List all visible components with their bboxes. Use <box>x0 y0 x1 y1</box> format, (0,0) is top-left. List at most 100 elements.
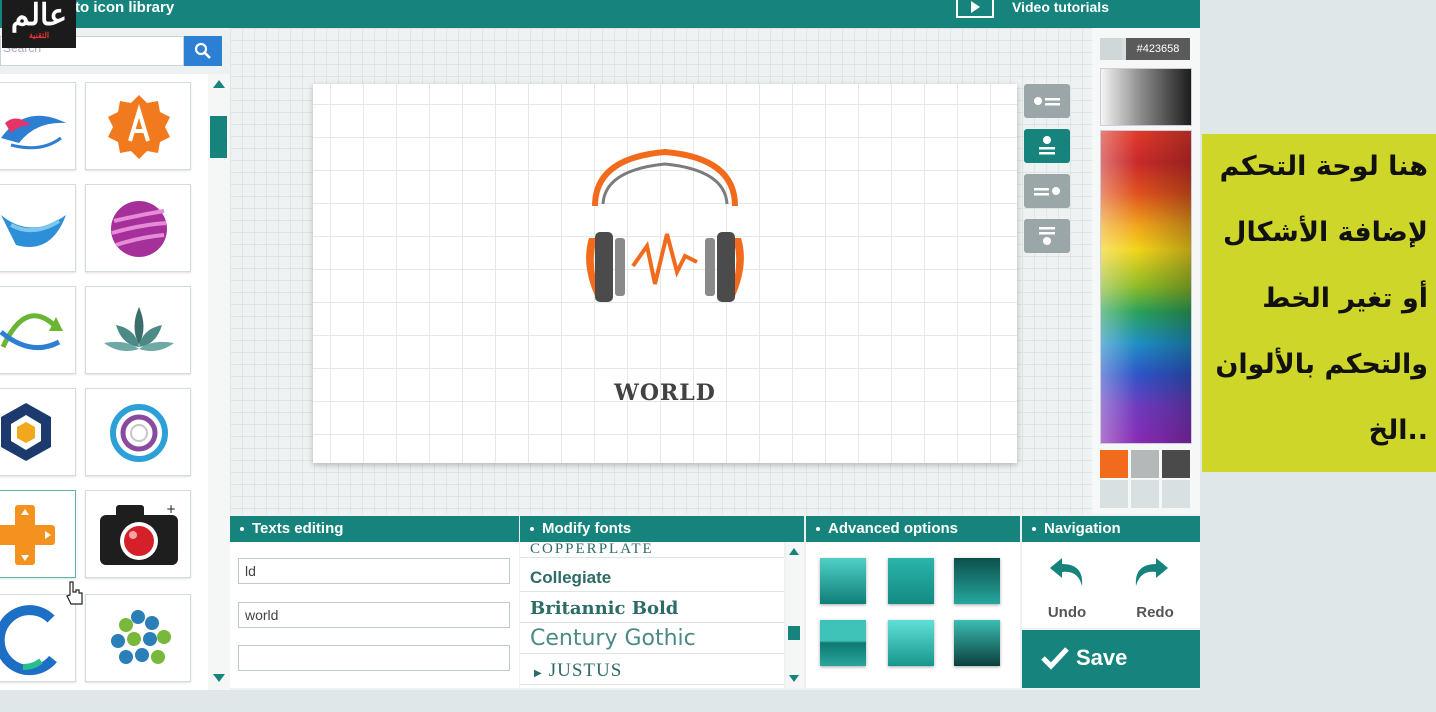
headphones-logo-icon[interactable] <box>575 146 755 306</box>
watermark-subtext: التقنية <box>28 31 50 40</box>
color-panel: #423658 <box>1092 28 1200 514</box>
align-left-button[interactable] <box>1024 84 1070 118</box>
undo-button[interactable]: Undo <box>1022 542 1112 628</box>
search-icon <box>194 42 211 59</box>
save-button[interactable]: Save <box>1022 630 1200 688</box>
design-workspace: WORLD <box>230 28 1092 514</box>
icon-tile[interactable] <box>0 82 76 170</box>
check-icon <box>1041 647 1069 670</box>
logo-text[interactable]: WORLD <box>313 380 1017 406</box>
channel-watermark-logo: عالم التقنية <box>2 0 76 48</box>
annotation-line: والتحكم بالألوان <box>1215 349 1428 380</box>
hand-cursor-icon <box>66 581 83 605</box>
hex-value[interactable]: #423658 <box>1126 38 1190 60</box>
blue-c-icon <box>0 605 57 676</box>
font-item[interactable]: COPPERPLATE <box>520 542 784 558</box>
align-right-icon <box>1034 187 1060 196</box>
font-item[interactable]: Collegiate <box>520 562 784 592</box>
icon-tile[interactable] <box>85 184 191 272</box>
panel-title: Texts editing <box>252 520 344 537</box>
align-bottom-icon <box>1039 227 1055 245</box>
color-swatch[interactable] <box>1131 450 1159 478</box>
color-swatch[interactable] <box>1162 480 1190 508</box>
video-icon[interactable] <box>956 0 994 18</box>
redo-icon <box>1135 558 1168 586</box>
icon-tile[interactable] <box>85 388 191 476</box>
annotation-line: هنا لوحة التحكم <box>1219 151 1428 182</box>
annotation-line: لإضافة الأشكال <box>1223 217 1428 248</box>
purple-sphere-icon <box>111 201 167 257</box>
undo-label: Undo <box>1047 604 1087 621</box>
scroll-up-icon[interactable] <box>789 548 799 555</box>
icon-tile[interactable] <box>0 388 76 476</box>
scroll-thumb[interactable] <box>788 626 800 640</box>
icon-tile[interactable]: + <box>85 490 191 578</box>
texture-swatch[interactable] <box>820 558 866 604</box>
align-bottom-button[interactable] <box>1024 219 1070 253</box>
advanced-options-header: Advanced options <box>806 516 1020 542</box>
texture-swatch[interactable] <box>820 620 866 666</box>
color-swatch[interactable] <box>1100 450 1128 478</box>
orange-badge-icon <box>108 95 170 159</box>
teal-clover-icon <box>111 610 171 664</box>
align-right-button[interactable] <box>1024 174 1070 208</box>
icon-list-scrollbar[interactable] <box>208 74 230 690</box>
font-item[interactable]: ▶ JUSTUS <box>520 655 784 685</box>
texture-swatch[interactable] <box>954 558 1000 604</box>
text-field-1[interactable]: ld <box>238 558 510 584</box>
logo-canvas[interactable]: WORLD <box>313 84 1017 463</box>
scroll-down-icon[interactable] <box>213 674 225 682</box>
text-field-3[interactable] <box>238 645 510 671</box>
save-label: Save <box>1076 645 1128 670</box>
icon-tile[interactable] <box>85 594 191 682</box>
panel-title: Advanced options <box>828 520 959 537</box>
icon-tile[interactable] <box>85 286 191 374</box>
ring-swirl-icon <box>110 404 168 462</box>
texture-swatch[interactable] <box>888 620 934 666</box>
hex-color-field[interactable]: #423658 <box>1100 38 1190 60</box>
scroll-up-icon[interactable] <box>213 80 225 88</box>
green-arrows-icon <box>0 313 63 351</box>
icon-library-list: + <box>0 74 208 690</box>
orange-cross-icon <box>0 505 55 565</box>
top-bar: to icon library Video tutorials <box>0 0 1200 28</box>
color-swatch[interactable] <box>1162 450 1190 478</box>
lotus-icon <box>104 307 174 351</box>
redo-label: Redo <box>1136 604 1174 621</box>
font-list-scrollbar[interactable] <box>786 542 804 688</box>
annotation-line: أو تغير الخط <box>1262 283 1428 314</box>
svg-text:+: + <box>166 502 176 516</box>
texts-editing-header: Texts editing <box>230 516 519 542</box>
hexagon-icon <box>1 403 51 461</box>
texture-swatch[interactable] <box>888 558 934 604</box>
icon-tile[interactable] <box>0 286 76 374</box>
icon-tile[interactable] <box>0 490 76 578</box>
blue-wave-icon <box>1 215 66 247</box>
search-button[interactable] <box>184 36 222 66</box>
icon-tile[interactable] <box>85 82 191 170</box>
video-tutorials-link[interactable]: Video tutorials <box>1012 0 1109 14</box>
align-top-button[interactable] <box>1024 129 1070 163</box>
current-color-swatch <box>1100 38 1122 60</box>
icon-tile[interactable] <box>0 184 76 272</box>
color-swatch[interactable] <box>1100 480 1128 508</box>
scroll-thumb[interactable] <box>210 116 227 158</box>
panel-title: Modify fonts <box>542 520 632 537</box>
modify-fonts-header: Modify fonts <box>520 516 804 542</box>
shade-picker[interactable] <box>1100 68 1192 126</box>
font-item-label: JUSTUS <box>548 660 623 681</box>
font-item[interactable]: Century Gothic <box>520 624 784 654</box>
logo-maker-app: to icon library Video tutorials Search +… <box>0 0 1200 690</box>
navigation-header: Navigation <box>1022 516 1200 542</box>
advanced-options-panel <box>806 542 1020 688</box>
redo-button[interactable]: Redo <box>1110 542 1200 628</box>
hue-spectrum[interactable] <box>1100 130 1192 444</box>
color-swatch[interactable] <box>1131 480 1159 508</box>
font-item[interactable]: Britannic Bold <box>520 593 784 623</box>
bird-swoosh-icon <box>1 115 66 150</box>
scroll-down-icon[interactable] <box>789 675 799 682</box>
back-to-library-link[interactable]: to icon library <box>75 0 174 16</box>
font-list: COPPERPLATE Collegiate Britannic Bold Ce… <box>520 542 784 688</box>
text-field-2[interactable]: world <box>238 602 510 628</box>
texture-swatch[interactable] <box>954 620 1000 666</box>
